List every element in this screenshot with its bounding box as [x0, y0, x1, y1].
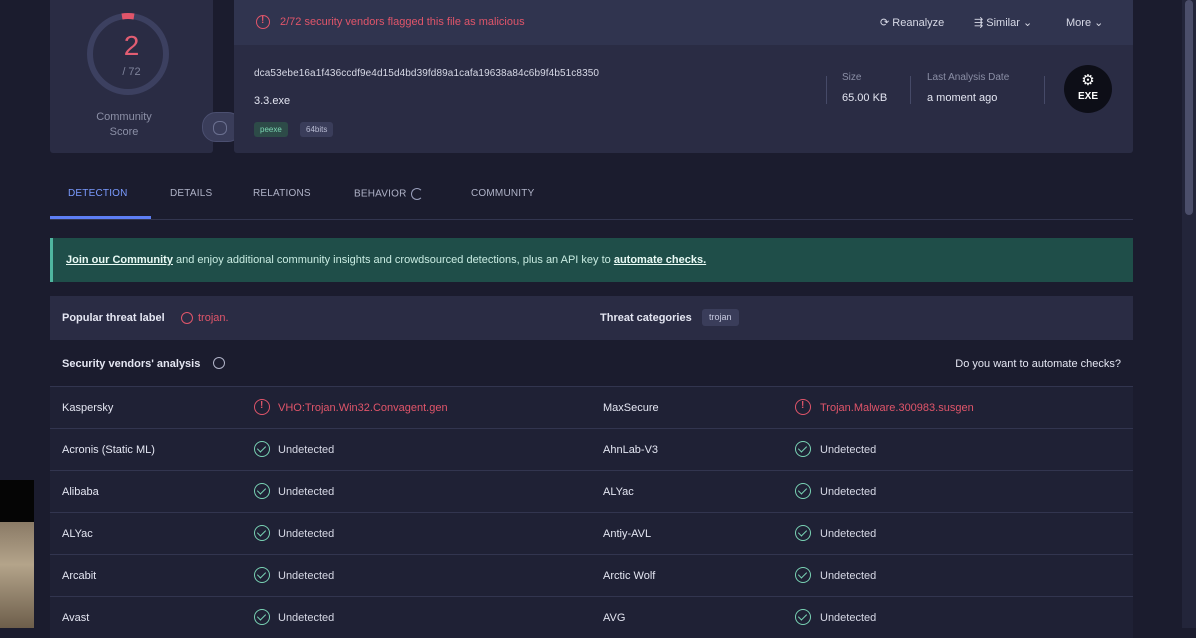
vendor-result: Undetected [820, 444, 877, 456]
chevron-down-icon: ⌄ [1091, 17, 1104, 29]
popular-threat-label: Popular threat label [62, 312, 165, 324]
divider [910, 76, 911, 104]
table-row: Alibaba Undetected ALYac Undetected [50, 470, 1133, 512]
vendor-result: Undetected [278, 486, 335, 498]
scrollbar[interactable] [1182, 0, 1196, 628]
tab-behavior[interactable]: BEHAVIOR [354, 188, 423, 200]
vendors-title: Security vendors' analysis [62, 358, 201, 370]
vendor-result[interactable]: Trojan.Malware.300983.susgen [820, 402, 974, 414]
size-value: 65.00 KB [842, 92, 888, 104]
file-type-label: EXE [1077, 91, 1098, 102]
table-row: Acronis (Static ML) Undetected AhnLab-V3 Un… [50, 428, 1133, 470]
vendor-name: AVG [603, 612, 626, 624]
check-circle-icon [795, 525, 811, 541]
vendor-result: Undetected [278, 612, 335, 624]
vendor-name: Kaspersky [62, 402, 114, 414]
automate-checks-prompt[interactable]: Do you want to automate checks? [955, 358, 1121, 370]
vendor-result: Undetected [278, 570, 335, 582]
check-circle-icon [795, 441, 811, 457]
alert-icon [256, 15, 270, 29]
vendor-name: AhnLab-V3 [603, 444, 659, 456]
table-row: Arcabit Undetected Arctic Wolf Undetected [50, 554, 1133, 596]
check-circle-icon [254, 441, 270, 457]
flag-summary: 2/72 security vendors flagged this file … [280, 16, 525, 28]
vendor-result: Undetected [278, 444, 335, 456]
automate-checks-link[interactable]: automate checks. [614, 254, 706, 266]
community-banner: Join our Community and enjoy additional … [50, 238, 1133, 282]
info-icon[interactable] [213, 357, 225, 369]
vendor-name: Arcabit [62, 570, 97, 582]
refresh-icon: ⟳ [880, 17, 893, 29]
active-tab-indicator [50, 216, 151, 219]
popular-threat-value[interactable]: trojan. [198, 312, 229, 324]
tab-relations[interactable]: RELATIONS [253, 188, 311, 199]
detection-score-card: 2 / 72 Community Score [50, 0, 242, 153]
check-circle-icon [795, 609, 811, 625]
threat-summary: Popular threat label trojan. Threat cate… [50, 296, 1133, 340]
file-hash[interactable]: dca53ebe16a1f436ccdf9e4d15d4bd39fd89a1ca… [254, 68, 599, 79]
reanalyze-button[interactable]: ⟳ Reanalyze [880, 16, 944, 29]
chevron-down-icon: ⌄ [1019, 17, 1033, 29]
loading-spinner-icon [410, 188, 423, 200]
file-name: 3.3.exe [254, 95, 291, 107]
file-summary-card: 2/72 security vendors flagged this file … [234, 0, 1133, 153]
alert-icon [181, 312, 193, 324]
vendor-result: Undetected [820, 570, 877, 582]
file-type-icon: ⚙ EXE [1064, 65, 1112, 113]
vendor-result: Undetected [820, 528, 877, 540]
engines-total: / 72 [122, 66, 141, 78]
tag-64bits[interactable]: 64bits [300, 122, 334, 137]
size-label: Size [842, 72, 862, 83]
vendor-name: ALYac [603, 486, 634, 498]
tab-bar: DETECTION DETAILS RELATIONS BEHAVIOR COM… [50, 180, 1133, 220]
tab-community[interactable]: COMMUNITY [471, 188, 534, 199]
join-community-link[interactable]: Join our Community [66, 254, 173, 266]
webcam-feed [0, 522, 34, 628]
scrollbar-thumb[interactable] [1185, 0, 1193, 215]
vendor-name: Arctic Wolf [603, 570, 656, 582]
check-circle-icon [795, 483, 811, 499]
table-row: ALYac Undetected Antiy-AVL Undetected [50, 512, 1133, 554]
banner-text: Join our Community and enjoy additional … [66, 254, 707, 266]
vendor-name: ALYac [62, 528, 93, 540]
vendor-result[interactable]: VHO:Trojan.Win32.Convagent.gen [278, 402, 448, 414]
summary-toolbar: 2/72 security vendors flagged this file … [234, 0, 1133, 45]
tab-detection[interactable]: DETECTION [68, 188, 128, 199]
tag-peexe[interactable]: peexe [254, 122, 288, 137]
vendor-name: Antiy-AVL [603, 528, 652, 540]
tab-details[interactable]: DETAILS [170, 188, 212, 199]
vendor-result: Undetected [820, 486, 877, 498]
check-circle-icon [254, 483, 270, 499]
table-row: Avast Undetected AVG Undetected [50, 596, 1133, 638]
check-circle-icon [254, 567, 270, 583]
check-circle-icon [795, 567, 811, 583]
vendor-name: Alibaba [62, 486, 99, 498]
vendor-name: Acronis (Static ML) [62, 444, 155, 456]
alert-icon [254, 399, 270, 415]
last-analysis-value: a moment ago [927, 92, 998, 104]
table-row: Kaspersky VHO:Trojan.Win32.Convagent.gen M… [50, 386, 1133, 428]
check-circle-icon [254, 609, 270, 625]
gears-icon: ⚙ [1081, 72, 1095, 89]
vendors-table: Kaspersky VHO:Trojan.Win32.Convagent.gen M… [50, 386, 1133, 638]
similar-button[interactable]: ⇶ Similar ⌄ [974, 16, 1032, 29]
vendor-result: Undetected [278, 528, 335, 540]
divider [1044, 76, 1045, 104]
last-analysis-label: Last Analysis Date [927, 72, 1010, 83]
check-circle-icon [254, 525, 270, 541]
vendor-name: MaxSecure [603, 402, 659, 414]
vendor-result: Undetected [820, 612, 877, 624]
more-button[interactable]: More ⌄ [1066, 16, 1103, 29]
threat-categories-label: Threat categories [600, 312, 692, 324]
divider [826, 76, 827, 104]
community-score-label: Community Score [96, 111, 152, 138]
alert-icon [795, 399, 811, 415]
similar-icon: ⇶ [974, 17, 987, 29]
vendor-name: Avast [62, 612, 90, 624]
webcam-overlay [0, 480, 34, 522]
vendors-header: Security vendors' analysis Do you want t… [50, 350, 1133, 380]
detections-count: 2 [123, 30, 140, 61]
threat-category-pill[interactable]: trojan [702, 309, 739, 326]
